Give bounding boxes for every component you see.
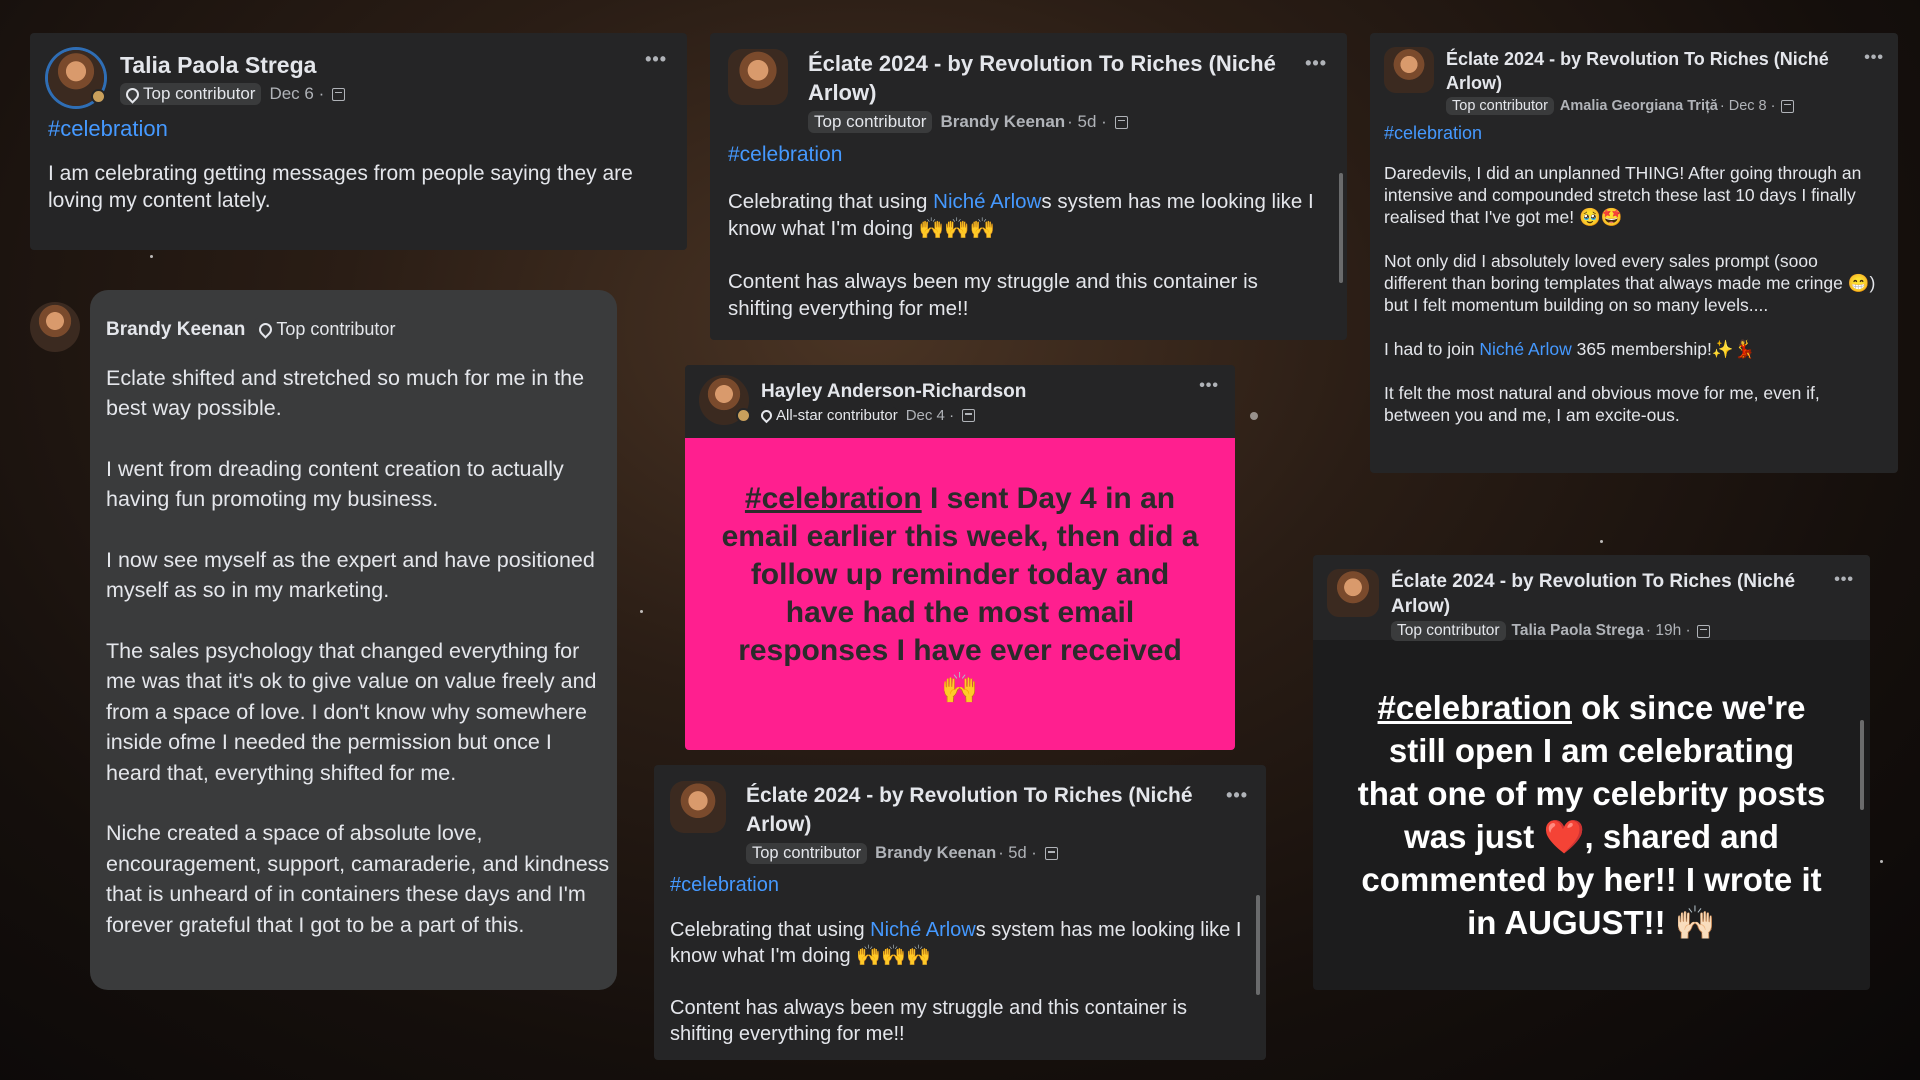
hashtag-link[interactable]: #celebration: [1384, 123, 1898, 144]
star-decoration: [1880, 860, 1883, 863]
author-name[interactable]: Amalia Georgiana Triță: [1560, 98, 1718, 114]
post-text: Content has always been my struggle and …: [728, 269, 1258, 320]
scrollbar[interactable]: [1256, 895, 1260, 995]
star-decoration: [1250, 412, 1258, 420]
post-text: Celebrating that using Niché Arlows syst…: [670, 919, 1242, 967]
avatar[interactable]: [48, 50, 106, 106]
star-decoration: [1600, 540, 1603, 543]
post-text: I sent Day 4 in an email earlier this we…: [721, 482, 1199, 705]
contributor-badge: Top contributor: [808, 111, 933, 133]
post-card-eclate-brandy-2: Éclate 2024 - by Revolution To Riches (N…: [654, 765, 1266, 1060]
mention-link[interactable]: Niché Arlow: [1479, 339, 1571, 359]
post-date[interactable]: · 19h ·: [1646, 622, 1691, 640]
post-date[interactable]: · 5d ·: [998, 844, 1037, 863]
post-card-hayley: Hayley Anderson-Richardson All-star cont…: [685, 365, 1235, 750]
hashtag-link[interactable]: #celebration: [728, 143, 1347, 167]
author-name[interactable]: Hayley Anderson-Richardson: [761, 381, 1026, 403]
calendar-icon: [1114, 115, 1128, 129]
mention-link[interactable]: Niché Arlow: [933, 190, 1041, 213]
author-name[interactable]: Talia Paola Strega: [1512, 622, 1644, 640]
group-avatar[interactable]: [1327, 569, 1379, 617]
star-decoration: [150, 255, 153, 258]
hashtag-link[interactable]: #celebration: [48, 116, 687, 142]
post-text: Content has always been my struggle and …: [670, 997, 1187, 1045]
comment-paragraph: The sales psychology that changed everyt…: [106, 638, 597, 785]
comment-paragraph: Niche created a space of absolute love, …: [106, 821, 610, 937]
more-options-button[interactable]: •••: [1864, 49, 1884, 67]
comment-text: Eclate shifted and stretched so much for…: [106, 363, 611, 941]
author-name[interactable]: Brandy Keenan: [106, 319, 245, 341]
post-text: Daredevils, I did an unplanned THING! Af…: [1384, 162, 1862, 227]
comment-paragraph: I went from dreading content creation to…: [106, 456, 564, 512]
scrollbar[interactable]: [1339, 173, 1343, 283]
post-card-eclate-talia: Éclate 2024 - by Revolution To Riches (N…: [1313, 555, 1870, 990]
status-dot: [91, 89, 106, 104]
group-name[interactable]: Éclate 2024 - by Revolution To Riches (N…: [808, 49, 1308, 107]
post-text: Celebrating that using Niché Arlows syst…: [728, 189, 1314, 240]
avatar[interactable]: [30, 302, 80, 352]
post-text: Not only did I absolutely loved every sa…: [1384, 250, 1876, 315]
group-avatar[interactable]: [1384, 47, 1434, 93]
group-avatar[interactable]: [728, 49, 788, 105]
post-card-eclate-amalia: Éclate 2024 - by Revolution To Riches (N…: [1370, 33, 1898, 473]
calendar-icon: [332, 87, 346, 101]
badge-icon: [123, 84, 142, 104]
post-text: It felt the most natural and obvious mov…: [1384, 382, 1820, 425]
calendar-icon: [1781, 99, 1795, 113]
calendar-icon: [1044, 847, 1058, 860]
post-text: I had to join Niché Arlow 365 membership…: [1384, 338, 1756, 359]
comment-paragraph: I now see myself as the expert and have …: [106, 547, 595, 603]
more-options-button[interactable]: •••: [1199, 377, 1219, 395]
more-options-button[interactable]: •••: [1226, 785, 1248, 806]
author-name[interactable]: Talia Paola Strega: [120, 52, 345, 79]
star-decoration: [640, 610, 643, 613]
text-background-post: #celebration I sent Day 4 in an email ea…: [685, 438, 1235, 750]
text-background-post: #celebration ok since we're still open I…: [1313, 640, 1870, 990]
author-name[interactable]: Brandy Keenan: [940, 112, 1065, 132]
avatar[interactable]: [699, 375, 751, 425]
more-options-button[interactable]: •••: [1834, 571, 1854, 589]
group-name[interactable]: Éclate 2024 - by Revolution To Riches (N…: [746, 781, 1226, 839]
badge-icon: [256, 320, 276, 339]
comment-paragraph: Eclate shifted and stretched so much for…: [106, 365, 585, 421]
badge-icon: [758, 407, 775, 424]
hashtag-link[interactable]: #celebration: [1378, 689, 1572, 726]
contributor-badge: Top contributor: [1446, 97, 1554, 115]
status-dot: [736, 408, 751, 423]
mention-link[interactable]: Niché Arlow: [870, 919, 976, 941]
author-name[interactable]: Brandy Keenan: [875, 844, 996, 863]
contributor-badge: Top contributor: [746, 843, 868, 864]
calendar-icon: [1696, 624, 1710, 638]
hashtag-link[interactable]: #celebration: [745, 482, 922, 515]
comment-card-brandy: Brandy Keenan Top contributor Eclate shi…: [30, 290, 617, 990]
contributor-badge: Top contributor: [120, 83, 262, 105]
more-options-button[interactable]: •••: [1305, 53, 1327, 74]
hashtag-link[interactable]: #celebration: [670, 874, 1266, 897]
post-date[interactable]: · 5d ·: [1067, 112, 1107, 132]
post-card-eclate-brandy: Éclate 2024 - by Revolution To Riches (N…: [710, 33, 1347, 340]
group-name[interactable]: Éclate 2024 - by Revolution To Riches (N…: [1446, 47, 1856, 95]
calendar-icon: [962, 409, 976, 422]
post-card-talia: Talia Paola Strega Top contributor Dec 6…: [30, 33, 687, 250]
group-name[interactable]: Éclate 2024 - by Revolution To Riches (N…: [1391, 569, 1821, 619]
more-options-button[interactable]: •••: [645, 49, 667, 70]
post-text: ok since we're still open I am celebrati…: [1357, 689, 1826, 941]
post-date[interactable]: Dec 4 ·: [906, 407, 954, 424]
post-text: I am celebrating getting messages from p…: [48, 162, 633, 212]
contributor-badge: Top contributor: [253, 318, 402, 341]
contributor-badge: All-star contributor: [758, 407, 898, 424]
scrollbar[interactable]: [1860, 720, 1864, 810]
post-date[interactable]: Dec 6 ·: [269, 84, 324, 104]
group-avatar[interactable]: [670, 781, 726, 833]
contributor-badge: Top contributor: [1391, 621, 1506, 641]
post-date[interactable]: · Dec 8 ·: [1720, 98, 1776, 114]
